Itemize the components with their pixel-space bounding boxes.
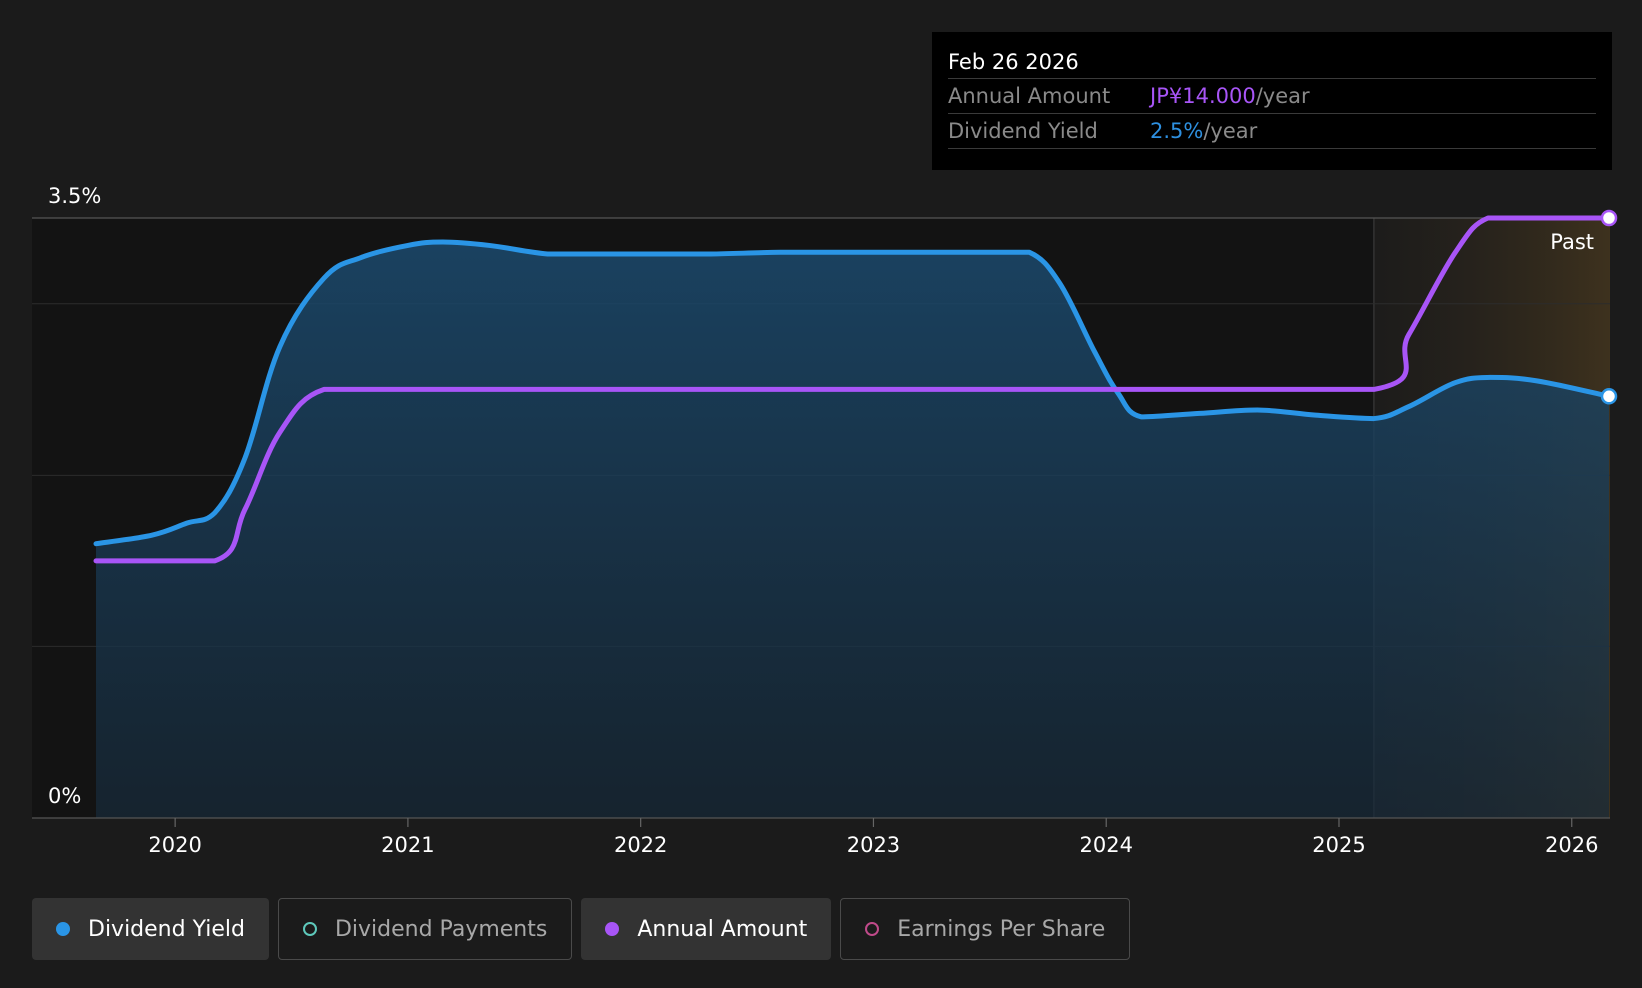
legend-dividend-yield[interactable]: Dividend Yield bbox=[32, 898, 269, 960]
tooltip-dividend-yield-label: Dividend Yield bbox=[948, 119, 1098, 143]
tooltip-annual-amount-label: Annual Amount bbox=[948, 84, 1111, 108]
legend-dividend-payments[interactable]: Dividend Payments bbox=[277, 898, 573, 960]
x-tick-label: 2021 bbox=[381, 833, 434, 857]
past-region-label: Past bbox=[1550, 230, 1594, 254]
legend-dividend-yield-dot-icon bbox=[56, 922, 70, 936]
tooltip-annual-amount-row: Annual Amount JP¥14.000 /year bbox=[948, 79, 1596, 114]
legend-annual-amount[interactable]: Annual Amount bbox=[581, 898, 832, 960]
series-endpoint-amount bbox=[1600, 209, 1618, 227]
tooltip-annual-amount-value: JP¥14.000 bbox=[1150, 84, 1256, 108]
legend-earnings-per-share-ring-icon bbox=[865, 922, 880, 936]
y-axis-max-label: 3.5% bbox=[48, 184, 101, 208]
legend-dividend-payments-label: Dividend Payments bbox=[334, 916, 548, 942]
chart-tooltip: Feb 26 2026 Annual Amount JP¥14.000 /yea… bbox=[932, 32, 1612, 170]
tooltip-dividend-yield-value: 2.5% bbox=[1150, 119, 1204, 143]
x-tick-label: 2026 bbox=[1545, 833, 1598, 857]
legend-annual-amount-dot-icon bbox=[605, 922, 620, 936]
legend-earnings-per-share[interactable]: Earnings Per Share bbox=[840, 898, 1131, 960]
legend-dividend-payments-ring-icon bbox=[302, 922, 317, 936]
tooltip-dividend-yield-unit: /year bbox=[1203, 119, 1258, 143]
x-tick-label: 2023 bbox=[847, 833, 900, 857]
legend-dividend-yield-label: Dividend Yield bbox=[88, 916, 245, 942]
x-tick-label: 2022 bbox=[614, 833, 667, 857]
series-endpoint-yield bbox=[1600, 388, 1618, 405]
chart-legend: Dividend Yield Dividend Payments Annual … bbox=[32, 898, 1131, 960]
y-axis-min-label: 0% bbox=[48, 784, 81, 808]
legend-annual-amount-label: Annual Amount bbox=[637, 916, 808, 942]
x-tick-label: 2024 bbox=[1079, 833, 1132, 857]
tooltip-date: Feb 26 2026 bbox=[948, 46, 1596, 79]
tooltip-annual-amount-unit: /year bbox=[1255, 84, 1310, 108]
x-tick-label: 2025 bbox=[1312, 833, 1365, 857]
legend-earnings-per-share-label: Earnings Per Share bbox=[897, 916, 1106, 942]
tooltip-dividend-yield-row: Dividend Yield 2.5% /year bbox=[948, 114, 1596, 149]
x-tick-label: 2020 bbox=[148, 833, 201, 857]
